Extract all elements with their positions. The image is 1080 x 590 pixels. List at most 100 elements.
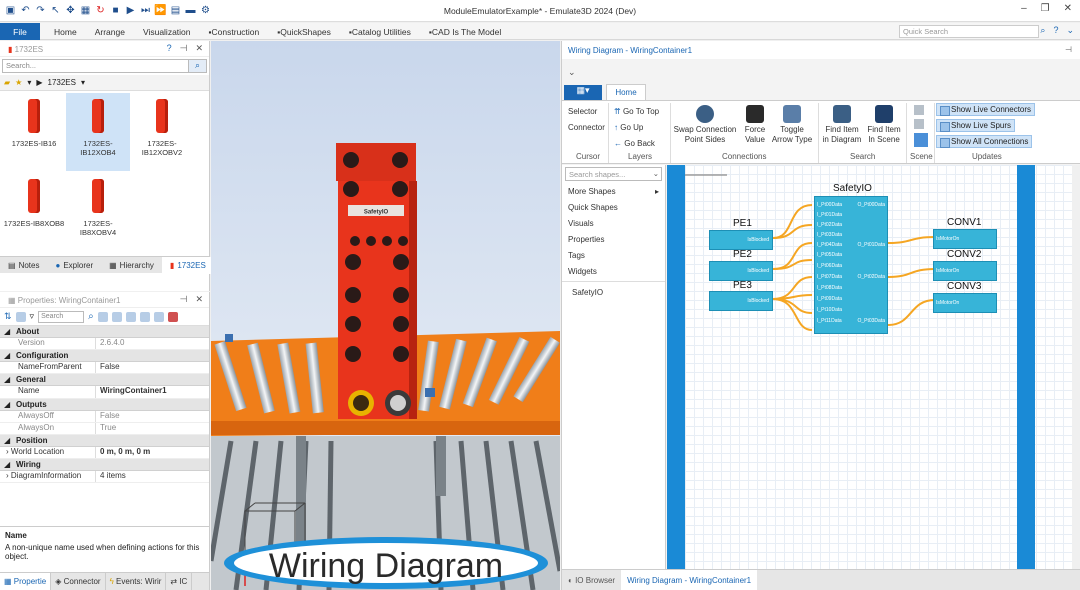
search-icon[interactable]: ⌕ [88,311,94,322]
force-value-button[interactable]: Force Value [740,105,770,145]
catalog-item[interactable]: 1732ES-IB8XOBV4 [66,173,130,251]
toggle-arrow-button[interactable]: Toggle Arrow Type [770,105,814,145]
tab-connector[interactable]: ◈ Connector [51,573,106,590]
tool-icon[interactable] [167,311,178,322]
property-row[interactable]: › World Location 0 m, 0 m, 0 m [0,446,209,460]
shapes-item-safetyio[interactable]: SafetyIO [562,284,665,300]
shapes-item-more[interactable]: More Shapes ▸ [562,183,665,199]
sort-icon[interactable]: ⇅ [4,311,12,322]
shapes-item-visuals[interactable]: Visuals [562,215,665,231]
filter-icon[interactable]: ▿ [30,311,35,322]
close-icon[interactable]: ✕ [195,294,203,305]
category-position[interactable]: ◢ Position [0,434,209,447]
category-about[interactable]: ◢ About [0,326,209,338]
go-back-button[interactable]: ← Go Back [614,139,655,149]
shapes-item-quick[interactable]: Quick Shapes [562,199,665,215]
property-row[interactable]: AlwaysOff False [0,410,209,423]
chevron-right-icon[interactable]: › [6,471,9,480]
category-configuration[interactable]: ◢ Configuration [0,350,209,363]
property-row[interactable]: › DiagramInformation 4 items [0,471,209,484]
selector-button[interactable]: Selector [568,107,597,117]
conv3-block[interactable]: IsMotorOn [933,293,997,313]
tab-home[interactable]: Home [606,84,646,100]
property-row[interactable]: Version 2.6.4.0 [0,338,209,351]
tab-wiring-diagram[interactable]: Wiring Diagram - WiringContainer1 [621,570,758,590]
find-in-diagram-button[interactable]: Find Item in Diagram [820,105,864,145]
show-live-connectors-toggle[interactable]: Show Live Connectors [936,103,1036,116]
pin-icon[interactable]: ⊣ [180,294,188,305]
minimize-icon[interactable]: – [1021,3,1027,14]
menu-arrange[interactable]: Arrange [95,27,125,37]
pe1-block[interactable]: IsBlocked [709,230,773,250]
conv2-block[interactable]: IsMotorOn [933,261,997,281]
pe2-block[interactable]: IsBlocked [709,261,773,281]
tab-explorer[interactable]: ● Explorer [47,257,101,274]
category-wiring[interactable]: ◢ Wiring [0,459,209,472]
property-value[interactable]: 0 m, 0 m, 0 m [96,447,150,458]
property-value[interactable]: 4 items [96,471,126,482]
swap-connection-button[interactable]: Swap Connection Point Sides [672,105,738,145]
menu-construction[interactable]: ▪Construction [209,27,260,37]
tab-notes[interactable]: ▤ Notes [0,257,47,274]
menu-quickshapes[interactable]: ▪QuickShapes [277,27,331,37]
shapes-item-properties[interactable]: Properties [562,231,665,247]
categorize-icon[interactable] [15,311,26,322]
tab-properties[interactable]: ▦ Propertie [0,573,52,590]
tool-icon[interactable] [111,311,122,322]
property-row[interactable]: NameFromParent False [0,362,209,375]
shapes-search-input[interactable]: Search shapes... ⌄ [565,167,662,181]
catalog-item[interactable]: 1732ES-IB12XOBV2 [130,93,194,171]
tab-events[interactable]: ϟ Events: Wirir [106,573,167,590]
tab-hierarchy[interactable]: ▦ Hierarchy [101,257,162,274]
chevron-right-icon[interactable]: › [6,447,9,456]
pe3-block[interactable]: IsBlocked [709,291,773,311]
show-all-connections-toggle[interactable]: Show All Connections [936,135,1033,148]
tab-ic[interactable]: ⇄ IC [166,573,193,590]
catalog-item[interactable]: 1732ES-IB16 [2,93,66,171]
shapes-item-widgets[interactable]: Widgets [562,263,665,279]
tool-icon[interactable] [97,311,108,322]
menu-visualization[interactable]: Visualization [143,27,191,37]
go-to-top-button[interactable]: ⇈ Go To Top [614,107,659,117]
3d-viewport[interactable]: SafetyIO Wiring Diagram [211,41,560,590]
show-live-spurs-toggle[interactable]: Show Live Spurs [936,119,1016,132]
close-icon[interactable]: ✕ [1064,3,1072,14]
property-row[interactable]: Name WiringContainer1 [0,386,209,399]
shapes-item-tags[interactable]: Tags [562,247,665,263]
search-icon[interactable]: ⌕ [188,60,206,72]
connector-button[interactable]: Connector [568,123,605,133]
tab-io-browser[interactable]: ◐ IO Browser [562,570,621,590]
safetyio-block[interactable]: I_Pt00Data I_Pt01Data I_Pt02Data I_Pt03D… [814,196,888,334]
category-outputs[interactable]: ◢ Outputs [0,398,209,411]
tool-icon[interactable] [125,311,136,322]
quick-search-input[interactable]: Quick Search [899,25,1039,38]
diagram-canvas[interactable]: PE1 IsBlocked PE2 IsBlocked PE3 IsBlocke… [667,165,1075,569]
menu-home[interactable]: Home [54,27,77,37]
scene-icon[interactable] [914,105,924,115]
scene-icon[interactable] [914,119,924,129]
properties-search-input[interactable]: Search [38,310,85,323]
menu-cad-is-the-model[interactable]: ▪CAD Is The Model [429,27,501,37]
file-menu[interactable]: File [0,23,40,40]
catalog-search-input[interactable]: Search... ⌕ [2,59,207,73]
scene-icon[interactable] [914,133,928,147]
search-icon[interactable]: ⌕ [1040,25,1045,36]
chevron-down-icon[interactable]: ▾ [27,78,31,87]
chevron-down-icon[interactable]: ▾ [81,78,85,87]
conv1-block[interactable]: IsMotorOn [933,229,997,249]
safety-io-module[interactable] [336,143,417,419]
chevron-down-icon[interactable]: ⌄ [568,67,576,78]
tab-1732es[interactable]: ▮ 1732ES [161,256,214,274]
find-in-scene-button[interactable]: Find Item In Scene [864,105,904,145]
restore-icon[interactable]: ❐ [1041,3,1050,14]
help-icon[interactable]: ? [167,43,172,54]
chevron-down-icon[interactable]: ⌄ [653,169,659,178]
category-general[interactable]: ◢ General [0,374,209,387]
catalog-item[interactable]: 1732ES-IB8XOB8 [2,173,66,251]
star-icon[interactable]: ★ [15,78,22,87]
vertical-scrollbar[interactable] [1072,165,1080,569]
chevron-down-icon[interactable]: ⌄ [1066,25,1074,36]
catalog-item[interactable]: 1732ES-IB12XOB4 [66,93,130,171]
folder-icon[interactable]: ▰ [4,78,10,87]
property-row[interactable]: AlwaysOn True [0,422,209,435]
